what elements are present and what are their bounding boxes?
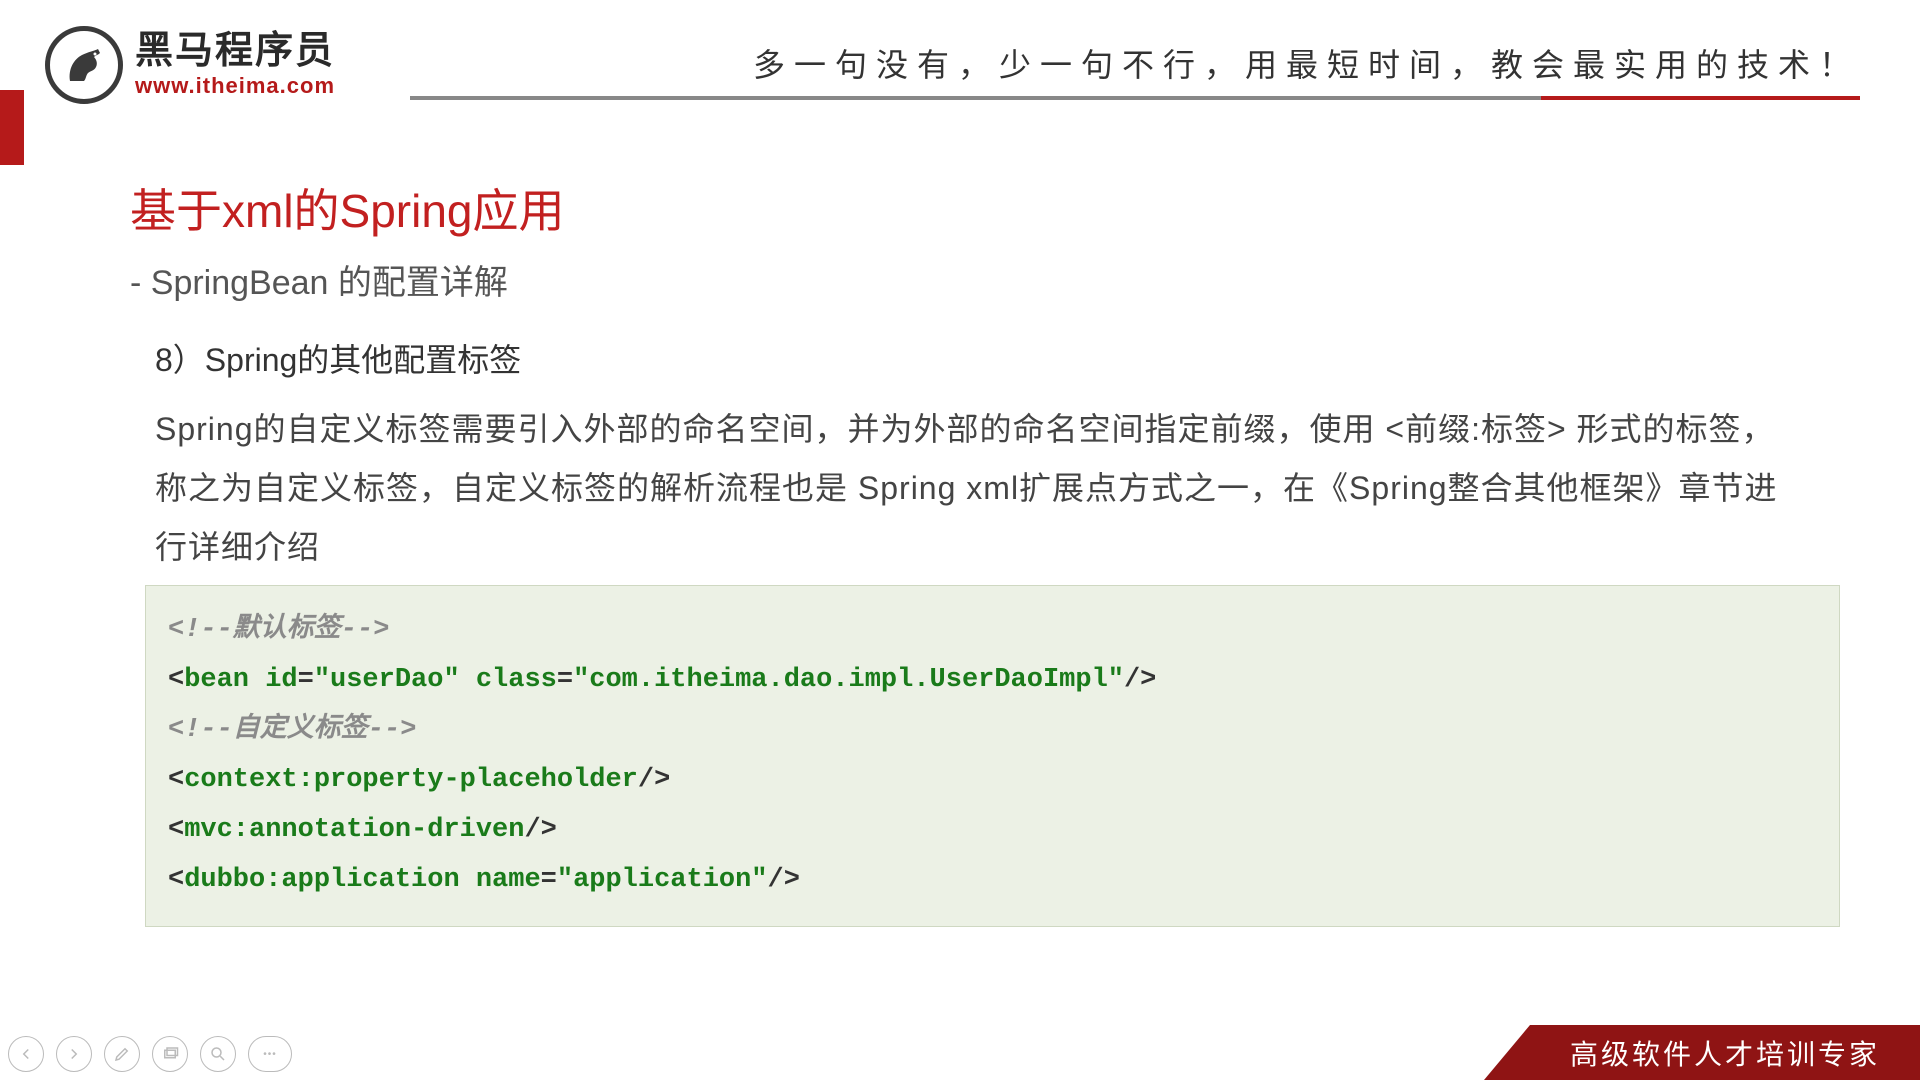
next-button[interactable] (56, 1036, 92, 1072)
code-line: <mvc:annotation-driven/> (168, 806, 1817, 856)
code-line: <context:property-placeholder/> (168, 756, 1817, 806)
slogan-underline (410, 96, 1860, 100)
logo-url: www.itheima.com (135, 73, 335, 99)
slogan: 多一句没有，少一句不行，用最短时间，教会最实用的技术！ (753, 40, 1860, 86)
prev-button[interactable] (8, 1036, 44, 1072)
accent-bar (0, 90, 24, 165)
code-line: <bean id="userDao" class="com.itheima.da… (168, 656, 1817, 706)
logo: 黑马程序员 www.itheima.com (45, 26, 335, 104)
more-label: ••• (263, 1049, 277, 1060)
zoom-button[interactable] (200, 1036, 236, 1072)
chevron-right-icon (65, 1045, 83, 1063)
header: 黑马程序员 www.itheima.com 多一句没有，少一句不行，用最短时间，… (45, 20, 1860, 110)
body-paragraph: Spring的自定义标签需要引入外部的命名空间，并为外部的命名空间指定前缀，使用… (155, 400, 1800, 578)
slides-icon (161, 1045, 179, 1063)
pen-icon (113, 1045, 131, 1063)
code-block: <!--默认标签--> <bean id="userDao" class="co… (145, 585, 1840, 927)
slides-button[interactable] (152, 1036, 188, 1072)
presentation-toolbar: ••• (8, 1036, 292, 1072)
section-heading: 8）Spring的其他配置标签 (155, 335, 521, 381)
page-title: 基于xml的Spring应用 (130, 175, 565, 241)
footer-text: 高级软件人才培训专家 (1570, 1033, 1880, 1073)
code-comment: <!--默认标签--> (168, 606, 1817, 656)
more-button[interactable]: ••• (248, 1036, 292, 1072)
subtitle: - SpringBean 的配置详解 (130, 255, 508, 304)
chevron-left-icon (17, 1045, 35, 1063)
footer-ribbon: 高级软件人才培训专家 (1530, 1025, 1920, 1080)
horse-icon (60, 41, 108, 89)
code-line: <dubbo:application name="application"/> (168, 856, 1817, 906)
logo-icon (45, 26, 123, 104)
search-icon (209, 1045, 227, 1063)
logo-text-cn: 黑马程序员 (135, 31, 335, 73)
code-comment: <!--自定义标签--> (168, 706, 1817, 756)
pen-button[interactable] (104, 1036, 140, 1072)
